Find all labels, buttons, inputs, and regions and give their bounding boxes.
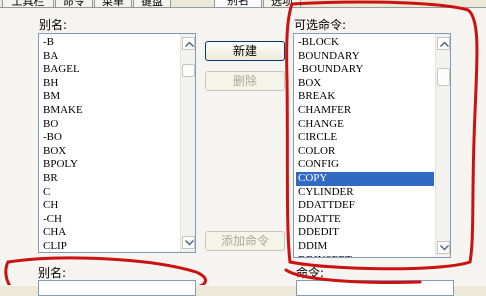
- command-list-item[interactable]: CYLINDER: [296, 186, 434, 200]
- alias-list-item[interactable]: CLIP: [41, 240, 179, 252]
- delete-alias-button[interactable]: 删除: [205, 71, 285, 91]
- alias-list-item[interactable]: -BO: [41, 131, 179, 145]
- alias-list-item[interactable]: BR: [41, 172, 179, 186]
- command-list-item[interactable]: -BOUNDARY: [296, 63, 434, 77]
- command-list-item[interactable]: CONFIG: [296, 158, 434, 172]
- alias-list-item[interactable]: BOX: [41, 145, 179, 159]
- chevron-up-icon: [185, 41, 194, 47]
- command-list-items: -BLOCK BOUNDARY -BOUNDARY BOX BREAK CHAMFER CH…: [296, 36, 434, 257]
- command-listbox[interactable]: -BLOCK BOUNDARY -BOUNDARY BOX BREAK CHAMFER CH…: [293, 33, 451, 258]
- command-list-item[interactable]: CIRCLE: [296, 131, 434, 145]
- tab-label: 别名: [227, 0, 249, 7]
- alias-list-item[interactable]: BPOLY: [41, 158, 179, 172]
- scroll-up-button[interactable]: [182, 37, 195, 50]
- alias-list-item[interactable]: BA: [41, 50, 179, 64]
- alias-list-item[interactable]: BH: [41, 77, 179, 91]
- bottom-alias-label: 别名:: [38, 266, 67, 280]
- command-list-item[interactable]: CHAMFER: [296, 104, 434, 118]
- command-list-item[interactable]: DDIM: [296, 240, 434, 254]
- alias-list-item[interactable]: BM: [41, 90, 179, 104]
- chevron-up-icon: [440, 41, 449, 47]
- scroll-down-button[interactable]: [182, 236, 195, 249]
- chevron-down-icon: [440, 245, 449, 251]
- command-list-item[interactable]: BOX: [296, 77, 434, 91]
- alias-scrollbar[interactable]: [180, 34, 195, 252]
- alias-list-item[interactable]: -CH: [41, 213, 179, 227]
- command-list-item[interactable]: COPY: [296, 171, 434, 186]
- command-list-item[interactable]: -BLOCK: [296, 36, 434, 50]
- alias-list-item[interactable]: BAGEL: [41, 63, 179, 77]
- alias-list-items: -B BA BAGEL BH BM BMAKE BO -BO BOX BPOLY BR C CH -CH C…: [41, 36, 179, 252]
- command-list-item[interactable]: CHANGE: [296, 118, 434, 132]
- available-commands-label: 可选命令:: [294, 18, 347, 32]
- alias-list-item[interactable]: CHA: [41, 226, 179, 240]
- command-list-item[interactable]: BOUNDARY: [296, 50, 434, 64]
- new-alias-button[interactable]: 新建: [205, 41, 285, 61]
- scroll-thumb[interactable]: [182, 64, 195, 77]
- alias-input[interactable]: [38, 280, 196, 296]
- scroll-thumb[interactable]: [437, 68, 450, 86]
- command-scrollbar[interactable]: [435, 34, 450, 257]
- scroll-up-button[interactable]: [437, 37, 450, 50]
- chevron-down-icon: [185, 240, 194, 246]
- alias-listbox[interactable]: -B BA BAGEL BH BM BMAKE BO -BO BOX BPOLY BR C CH -CH C…: [38, 33, 196, 253]
- add-command-button[interactable]: 添加命令: [205, 231, 285, 251]
- command-input[interactable]: [296, 280, 454, 296]
- alias-list-item[interactable]: BMAKE: [41, 104, 179, 118]
- alias-list-item[interactable]: BO: [41, 118, 179, 132]
- command-list-item[interactable]: DDEDIT: [296, 226, 434, 240]
- scroll-down-button[interactable]: [437, 241, 450, 254]
- command-list-item[interactable]: DDINSERT: [296, 254, 434, 258]
- command-list-item[interactable]: DDATTE: [296, 213, 434, 227]
- bottom-command-label: 命令:: [296, 266, 325, 280]
- alias-list-item[interactable]: C: [41, 186, 179, 200]
- command-list-item[interactable]: DDATTDEF: [296, 199, 434, 213]
- alias-list-item[interactable]: -B: [41, 36, 179, 50]
- alias-list-label: 别名:: [39, 18, 68, 32]
- alias-list-item[interactable]: CH: [41, 199, 179, 213]
- command-list-item[interactable]: BREAK: [296, 90, 434, 104]
- command-list-item[interactable]: COLOR: [296, 145, 434, 159]
